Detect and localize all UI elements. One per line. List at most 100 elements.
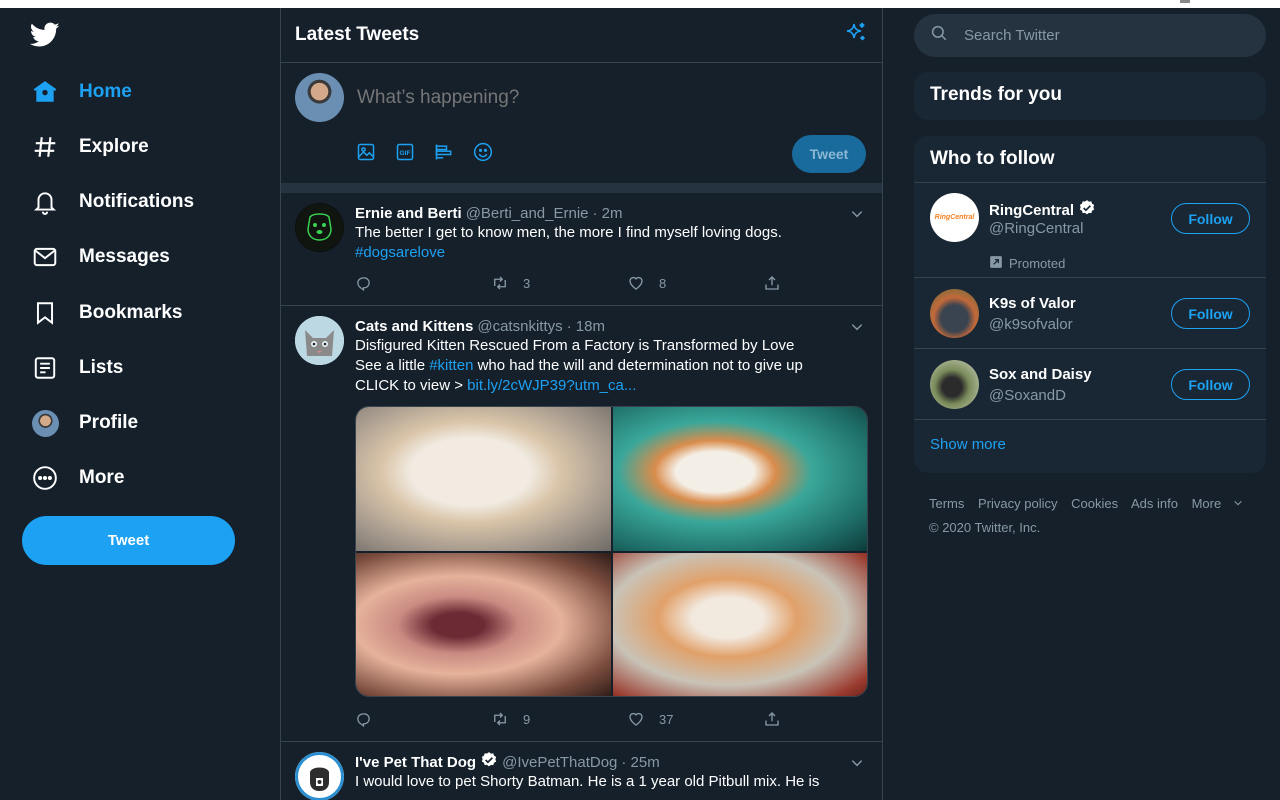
tweet-time[interactable]: · 18m [567,318,605,335]
account-handle[interactable]: @k9sofvalor [989,316,1073,333]
tweet-time[interactable]: · 25m [621,754,659,771]
footer-link-more[interactable]: More [1192,496,1244,511]
tweet-author-handle[interactable]: @Berti_and_Ernie [466,205,589,222]
compose-tweet-button[interactable]: Tweet [792,135,866,173]
avatar[interactable] [930,360,979,409]
compose-input[interactable] [357,87,837,109]
tweet-text-line: Disfigured Kitten Rescued From a Factory… [355,337,795,354]
reply-button[interactable] [355,711,491,728]
tweet[interactable]: I've Pet That Dog @IvePetThatDog · 25m I… [281,742,882,800]
footer-links: Terms Privacy policy Cookies Ads info Mo… [929,492,1259,516]
search-input[interactable] [964,27,1234,44]
account-name-text[interactable]: Sox and Daisy [989,366,1092,383]
tweet[interactable]: Ernie and Berti @Berti_and_Ernie · 2m Th… [281,193,882,306]
nav-messages[interactable]: Messages [30,237,170,277]
nav-notifications[interactable]: Notifications [30,182,194,222]
nav-bookmarks[interactable]: Bookmarks [30,293,183,333]
share-button[interactable] [763,274,795,292]
nav-lists[interactable]: Lists [30,348,123,388]
account-name-text[interactable]: RingCentral [989,202,1074,219]
avatar[interactable] [295,73,344,122]
bell-icon [30,187,60,217]
account-handle[interactable]: @SoxandD [989,387,1066,404]
sparkle-icon[interactable] [844,21,868,50]
nav-label: More [79,467,125,488]
chevron-down-icon[interactable] [850,207,864,226]
text-fragment: who had the will and determination not t… [473,357,803,374]
tweet-media-grid[interactable] [355,406,868,697]
account-handle[interactable]: @RingCentral [989,220,1083,237]
footer-link-privacy[interactable]: Privacy policy [978,496,1057,511]
avatar[interactable] [295,316,344,365]
kitten-photo-4[interactable] [613,553,867,696]
reply-button[interactable] [355,275,491,292]
twitter-bird-icon[interactable] [29,22,64,50]
separator [281,183,882,193]
right-sidebar: Trends for you Who to follow RingCentral… [883,8,1280,800]
kitten-photo-2[interactable] [613,407,867,551]
poll-icon[interactable] [433,141,455,163]
nav-explore[interactable]: Explore [30,127,149,167]
envelope-icon [30,242,60,272]
promoted-text: Promoted [1009,256,1066,271]
image-icon[interactable] [355,141,377,163]
tweet-author-handle[interactable]: @catsnkittys [477,318,562,335]
kitten-photo-1[interactable] [356,407,611,551]
who-to-follow-title: Who to follow [914,136,1266,183]
copyright: © 2020 Twitter, Inc. [929,520,1041,535]
avatar[interactable] [295,752,344,800]
retweet-button[interactable]: 9 [491,710,627,728]
follow-suggestion[interactable]: Sox and Daisy @SoxandD Follow [914,349,1266,420]
retweet-count: 9 [523,711,531,727]
retweet-icon [494,712,506,726]
like-button[interactable]: 37 [627,710,763,728]
tweet-actions: 9 37 [355,699,868,739]
verified-badge-icon [480,751,498,773]
footer-link-ads-info[interactable]: Ads info [1131,496,1178,511]
emoji-icon[interactable] [472,141,494,163]
who-to-follow-panel: Who to follow RingCentral RingCentral @R… [914,136,1266,473]
tweet-author-name[interactable]: Ernie and Berti [355,205,462,222]
chevron-down-icon[interactable] [850,756,864,775]
like-button[interactable]: 8 [627,274,763,292]
nav-profile[interactable]: Profile [30,403,138,443]
follow-button[interactable]: Follow [1171,298,1250,329]
avatar[interactable] [295,203,344,252]
account-name: K9s of Valor [989,295,1076,312]
follow-button[interactable]: Follow [1171,203,1250,234]
gif-icon[interactable]: GIF [394,141,416,163]
tweet-author-handle[interactable]: @IvePetThatDog [502,754,617,771]
search-box[interactable] [914,14,1266,57]
tweet-author-name[interactable]: Cats and Kittens [355,318,473,335]
avatar[interactable]: RingCentral [930,193,979,242]
promoted-label: Promoted [989,255,1065,272]
chevron-down-icon[interactable] [850,320,864,339]
hashtag-link[interactable]: #dogsarelove [355,243,868,263]
kitten-photo-3[interactable] [356,553,611,696]
follow-suggestion[interactable]: K9s of Valor @k9sofvalor Follow [914,278,1266,349]
account-name-text[interactable]: K9s of Valor [989,295,1076,312]
follow-button[interactable]: Follow [1171,369,1250,400]
url-link[interactable]: bit.ly/2cWJP39?utm_ca... [467,377,636,394]
share-button[interactable] [763,710,795,728]
tweet-time[interactable]: · 2m [593,205,623,222]
nav-more[interactable]: More [30,458,124,498]
tweet-button[interactable]: Tweet [22,516,235,565]
verified-badge-icon [1078,199,1096,221]
tweet[interactable]: Cats and Kittens @catsnkittys · 18m Disf… [281,306,882,742]
like-count: 37 [659,711,674,727]
footer-link-terms[interactable]: Terms [929,496,964,511]
account-name: Sox and Daisy [989,366,1092,383]
tweet-text-line: See a little #kitten who had the will an… [355,356,868,376]
tweet-text-line: I would love to pet Shorty Batman. He is… [355,773,820,790]
timeline-column: Latest Tweets GIF Tweet Ernie and Berti … [280,8,883,800]
nav-home[interactable]: Home [30,72,132,112]
avatar[interactable] [930,289,979,338]
hashtag-link[interactable]: #kitten [429,357,473,374]
retweet-button[interactable]: 3 [491,274,627,292]
footer-link-cookies[interactable]: Cookies [1071,496,1118,511]
tweet-author-name[interactable]: I've Pet That Dog [355,754,476,771]
nav-label: Messages [79,246,170,267]
show-more-link[interactable]: Show more [914,420,1266,472]
follow-suggestion[interactable]: RingCentral RingCentral @RingCentral Pro… [914,183,1266,278]
